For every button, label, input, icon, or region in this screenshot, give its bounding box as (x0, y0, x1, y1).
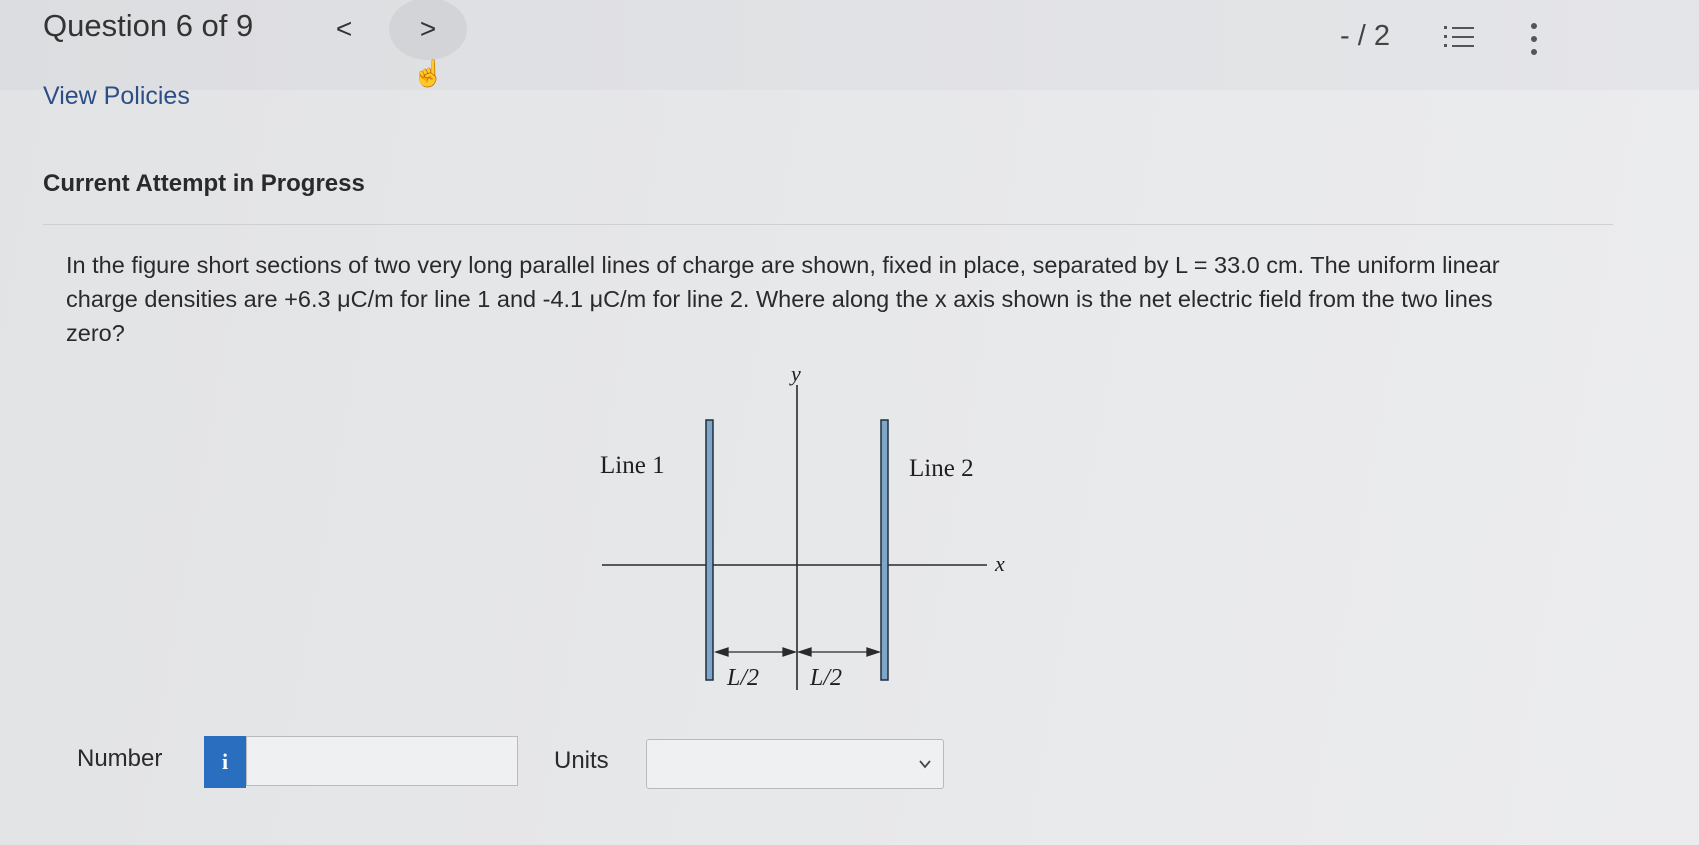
question-text: In the figure short sections of two very… (66, 252, 1500, 346)
previous-question-button[interactable]: < (305, 0, 383, 58)
line-2-charge (880, 419, 889, 681)
chevron-left-icon: < (335, 13, 353, 44)
chevron-right-icon: > (419, 13, 437, 44)
right-span-label: L/2 (809, 665, 842, 691)
line-1-label: Line 1 (600, 452, 665, 479)
next-question-button[interactable]: > (389, 0, 467, 60)
units-label: Units (554, 747, 609, 774)
x-axis-label: x (994, 551, 1005, 576)
hand-cursor-icon: ☝ (412, 58, 445, 88)
number-label: Number (77, 745, 163, 772)
chevron-down-icon (919, 760, 931, 769)
view-policies-link[interactable]: View Policies (43, 82, 190, 111)
attempt-status: Current Attempt in Progress (43, 170, 365, 197)
info-icon: i (221, 749, 229, 774)
list-icon[interactable] (1444, 24, 1474, 50)
info-button[interactable]: i (204, 736, 246, 788)
left-span-label: L/2 (726, 665, 759, 691)
line-2-label: Line 2 (909, 455, 974, 482)
more-vertical-icon[interactable] (1530, 22, 1538, 56)
question-score: - / 2 (1340, 20, 1390, 52)
question-counter: Question 6 of 9 (43, 8, 254, 43)
charge-lines-figure: y x Line 1 Line 2 L/2 L/2 (600, 365, 1005, 691)
number-input[interactable] (246, 736, 518, 786)
divider (43, 224, 1613, 225)
units-dropdown[interactable] (646, 739, 944, 789)
line-1-charge (705, 419, 714, 681)
left-span-arrow (713, 647, 798, 657)
y-axis-label: y (789, 365, 801, 386)
right-span-arrow (796, 647, 882, 657)
